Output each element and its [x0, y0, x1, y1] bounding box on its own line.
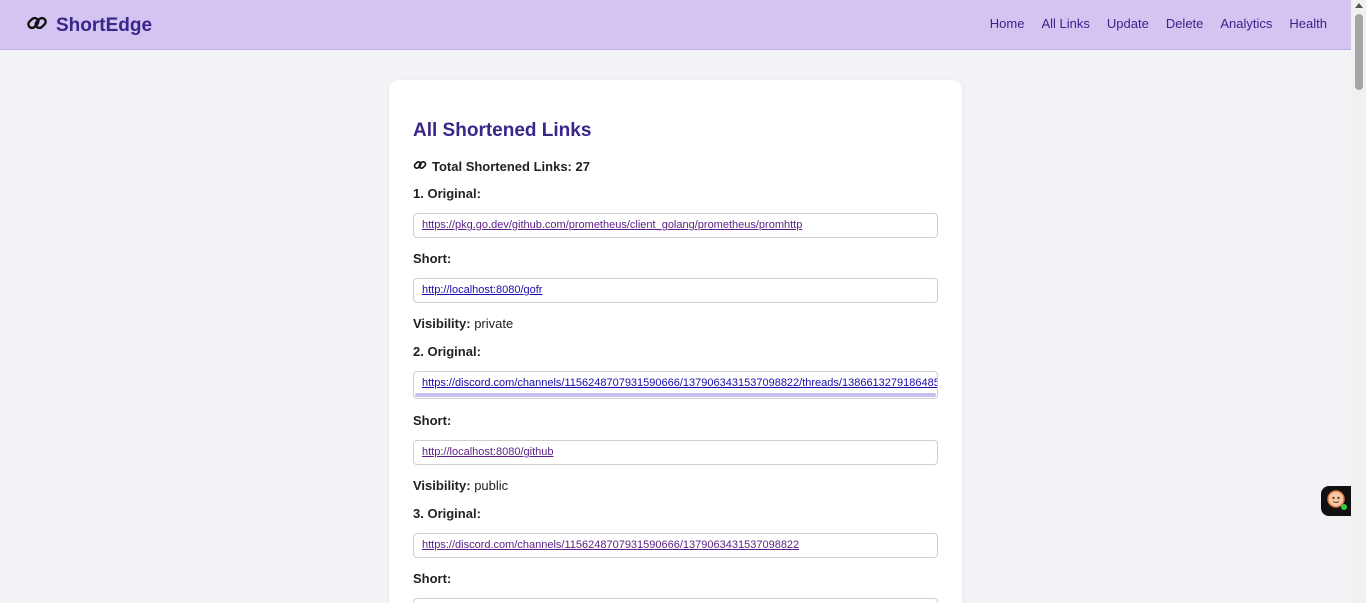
short-url-link[interactable]: http://localhost:8080/github: [422, 446, 553, 458]
nav-update[interactable]: Update: [1107, 16, 1149, 31]
original-url-link[interactable]: https://discord.com/channels/11562487079…: [422, 377, 937, 389]
original-label: 2. Original:: [413, 344, 481, 359]
visibility-value: private: [474, 316, 514, 331]
original-url-link[interactable]: https://pkg.go.dev/github.com/prometheus…: [422, 219, 802, 231]
horizontal-scrollbar[interactable]: [415, 393, 936, 397]
visibility-label: Visibility:: [413, 478, 471, 493]
short-label: Short:: [413, 571, 452, 586]
link-icon: [413, 158, 427, 175]
scrollbar-thumb[interactable]: [1355, 14, 1363, 90]
short-label: Short:: [413, 413, 452, 428]
brand[interactable]: ShortEdge: [26, 12, 152, 40]
scroll-up-icon[interactable]: [1355, 3, 1363, 8]
page-title: All Shortened Links: [413, 120, 592, 141]
brand-name: ShortEdge: [56, 15, 153, 36]
short-url-field: http://localhost:8080/github: [413, 440, 938, 465]
short-url-field: http://localhost:8080/gofr: [413, 278, 938, 303]
links-card: All Shortened Links Total Shortened Link…: [389, 80, 962, 603]
online-status-dot: [1341, 504, 1347, 510]
visibility-label: Visibility:: [413, 316, 471, 331]
original-url-field: https://pkg.go.dev/github.com/prometheus…: [413, 213, 938, 238]
original-url-field: https://discord.com/channels/11562487079…: [413, 533, 938, 558]
total-links: Total Shortened Links: 27: [413, 158, 590, 175]
short-url-link[interactable]: http://localhost:8080/gofr: [422, 284, 542, 296]
short-url-field: [413, 598, 938, 603]
original-url-field[interactable]: https://discord.com/channels/11562487079…: [413, 371, 938, 399]
visibility-value: public: [474, 478, 509, 493]
original-label: 1. Original:: [413, 186, 481, 201]
link-icon: [26, 12, 48, 40]
top-navbar: ShortEdge Home All Links Update Delete A…: [0, 0, 1351, 50]
nav-analytics[interactable]: Analytics: [1220, 16, 1272, 31]
total-links-label: Total Shortened Links: 27: [432, 159, 590, 174]
main-nav: Home All Links Update Delete Analytics H…: [973, 16, 1327, 31]
short-label: Short:: [413, 251, 452, 266]
chat-widget-button[interactable]: [1321, 486, 1351, 516]
original-label: 3. Original:: [413, 506, 481, 521]
nav-health[interactable]: Health: [1289, 16, 1327, 31]
visibility-row: Visibility: public: [413, 478, 508, 493]
nav-home[interactable]: Home: [990, 16, 1025, 31]
nav-delete[interactable]: Delete: [1166, 16, 1204, 31]
page-scrollbar[interactable]: [1351, 0, 1366, 603]
original-url-link[interactable]: https://discord.com/channels/11562487079…: [422, 539, 799, 551]
nav-all-links[interactable]: All Links: [1041, 16, 1089, 31]
visibility-row: Visibility: private: [413, 316, 513, 331]
